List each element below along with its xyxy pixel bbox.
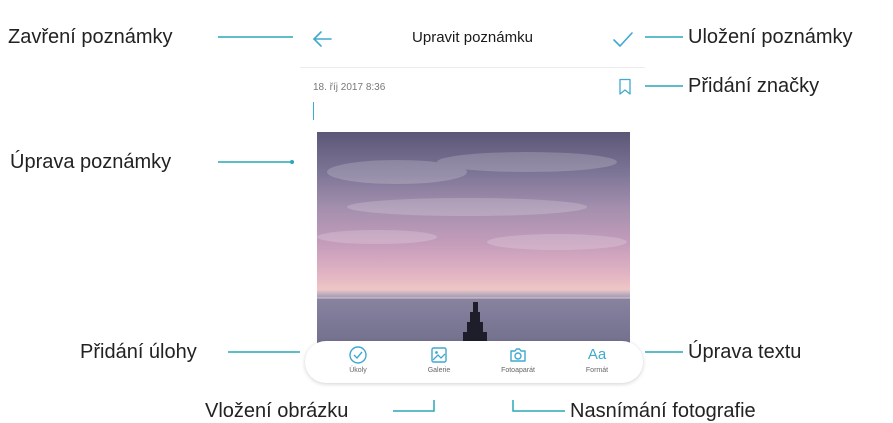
- camera-button[interactable]: Fotoaparát: [488, 345, 548, 374]
- save-check-icon[interactable]: [611, 28, 635, 50]
- note-editor-screen: Upravit poznámku 18. říj 2017 8:36 Úkoly…: [300, 16, 645, 400]
- callout-add-task: Přidání úlohy: [80, 341, 197, 363]
- note-image[interactable]: [317, 132, 630, 357]
- bottom-toolbar: Úkoly Galerie Fotoaparát Aa Formát: [305, 341, 643, 383]
- title-divider: [300, 67, 645, 68]
- callout-take-photo: Nasnímání fotografie: [570, 400, 756, 422]
- camera-label: Fotoaparát: [501, 367, 535, 374]
- check-circle-icon: [349, 346, 367, 364]
- format-text-icon: Aa: [587, 346, 607, 363]
- tasks-button[interactable]: Úkoly: [328, 345, 388, 374]
- gallery-icon: [431, 347, 447, 363]
- gallery-label: Galerie: [427, 367, 451, 374]
- text-cursor[interactable]: [313, 102, 314, 120]
- callout-edit-text: Úprava textu: [688, 341, 802, 363]
- format-label: Formát: [585, 367, 609, 374]
- callout-insert-image: Vložení obrázku: [205, 400, 349, 422]
- camera-icon: [510, 348, 526, 362]
- page-title: Upravit poznámku: [412, 29, 533, 46]
- title-bar: Upravit poznámku: [300, 16, 645, 62]
- callout-save-note: Uložení poznámky: [688, 26, 853, 48]
- callout-add-bookmark: Přidání značky: [688, 75, 820, 97]
- gallery-button[interactable]: Galerie: [409, 345, 469, 374]
- callout-close-note: Zavření poznámky: [8, 26, 173, 48]
- bookmark-icon[interactable]: [617, 78, 633, 96]
- callout-edit-note: Úprava poznámky: [10, 151, 172, 173]
- tasks-label: Úkoly: [349, 367, 367, 374]
- note-date: 18. říj 2017 8:36: [313, 82, 386, 93]
- format-button[interactable]: Aa Formát: [567, 345, 627, 374]
